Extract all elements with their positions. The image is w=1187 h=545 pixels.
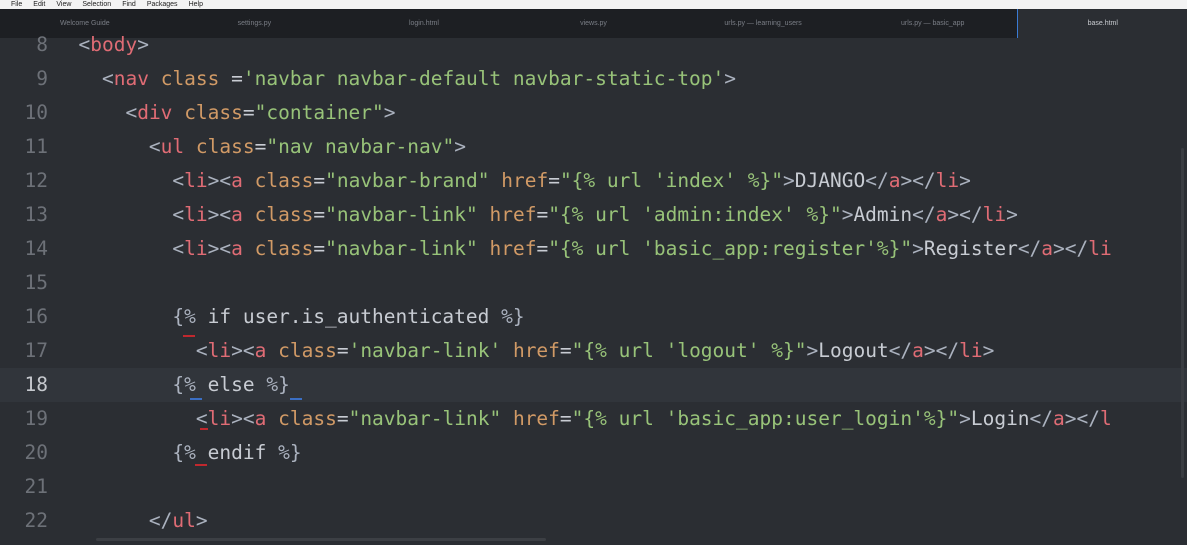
line-number: 16 <box>24 305 48 328</box>
code-line[interactable]: 9 <nav class ='navbar navbar-default nav… <box>0 62 1187 96</box>
line-number: 17 <box>24 339 48 362</box>
menu-packages[interactable]: Packages <box>141 0 183 9</box>
line-number: 22 <box>24 509 48 532</box>
code-text: <nav class ='navbar navbar-default navba… <box>101 67 736 90</box>
annotation-mark <box>183 332 195 337</box>
code-editor[interactable]: 8 <body> 9 <nav class ='navbar navbar-def… <box>0 33 1187 545</box>
code-line[interactable]: 15 <box>0 266 1187 300</box>
line-number: 20 <box>24 441 48 464</box>
code-line[interactable]: 14 <li><a class="navbar-link" href="{% u… <box>0 232 1187 266</box>
menu-selection[interactable]: Selection <box>76 0 116 9</box>
code-text: </ul> <box>148 509 208 532</box>
line-number: 10 <box>24 101 48 124</box>
line-number: 21 <box>24 475 48 498</box>
code-text: <li><a class='navbar-link' href="{% url … <box>195 339 995 362</box>
code-text: <ul class="nav navbar-nav"> <box>148 135 466 158</box>
code-line[interactable]: 20 {% endif %} <box>0 436 1187 470</box>
annotation-mark <box>200 425 208 430</box>
vertical-scrollbar[interactable] <box>1181 148 1184 478</box>
annotation-mark <box>195 461 207 466</box>
code-line[interactable]: 22 </ul> <box>0 504 1187 538</box>
menu-edit[interactable]: Edit <box>27 0 50 9</box>
menu-help[interactable]: Help <box>183 0 208 9</box>
code-text: <body> <box>78 33 149 56</box>
line-number: 14 <box>24 237 48 260</box>
line-number: 12 <box>24 169 48 192</box>
code-line[interactable]: 10 <div class="container"> <box>0 96 1187 130</box>
code-text: <div class="container"> <box>125 101 396 124</box>
line-number: 11 <box>24 135 48 158</box>
menu-find[interactable]: Find <box>116 0 141 9</box>
menu-view[interactable]: View <box>50 0 76 9</box>
code-line[interactable]: 12 <li><a class="navbar-brand" href="{% … <box>0 164 1187 198</box>
line-number: 9 <box>36 67 48 90</box>
cursor-mark <box>290 395 302 400</box>
code-text: <li><a class="navbar-brand" href="{% url… <box>172 169 971 192</box>
code-text: {% if user.is_authenticated %} <box>172 305 525 328</box>
line-number: 15 <box>24 271 48 294</box>
code-line[interactable]: 17 <li><a class='navbar-link' href="{% u… <box>0 334 1187 368</box>
code-text: {% endif %} <box>172 441 302 464</box>
code-line[interactable]: 19 <li><a class="navbar-link" href="{% u… <box>0 402 1187 436</box>
code-line[interactable]: 11 <ul class="nav navbar-nav"> <box>0 130 1187 164</box>
code-text: {% else %} <box>172 373 290 396</box>
line-number: 19 <box>24 407 48 430</box>
code-text: <li><a class="navbar-link" href="{% url … <box>172 203 1018 226</box>
code-line[interactable]: 21 <box>0 470 1187 504</box>
code-line[interactable]: 13 <li><a class="navbar-link" href="{% u… <box>0 198 1187 232</box>
line-number: 13 <box>24 203 48 226</box>
cursor-mark <box>190 395 202 400</box>
line-number: 18 <box>24 373 48 396</box>
menu-bar: File Edit View Selection Find Packages H… <box>0 0 1187 9</box>
menu-file[interactable]: File <box>0 0 27 9</box>
line-number: 8 <box>36 33 48 56</box>
code-line[interactable]: 18 {% else %} <box>0 368 1187 402</box>
code-line[interactable]: 16 {% if user.is_authenticated %} <box>0 300 1187 334</box>
code-line[interactable]: 8 <body> <box>0 28 1187 62</box>
code-text: <li><a class="navbar-link" href="{% url … <box>172 237 1112 260</box>
code-text: <li><a class="navbar-link" href="{% url … <box>195 407 1112 430</box>
horizontal-scrollbar[interactable] <box>96 538 546 541</box>
